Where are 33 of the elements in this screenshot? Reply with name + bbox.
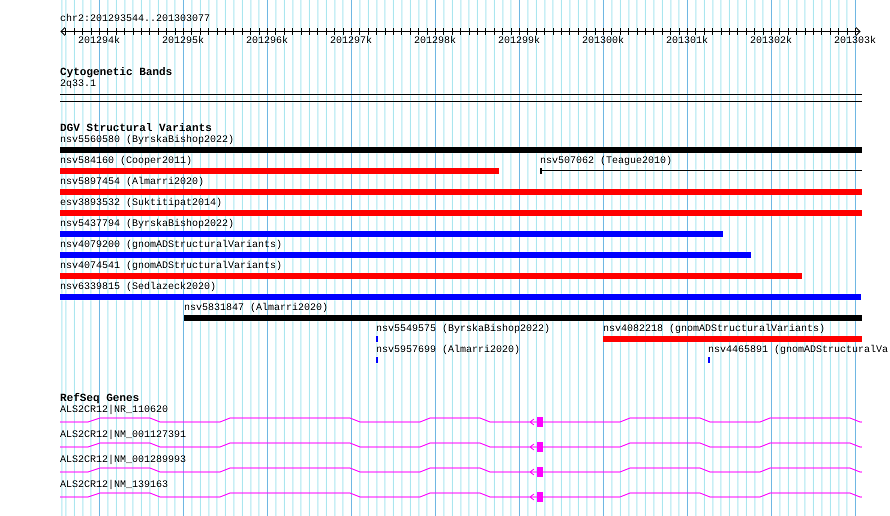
variant-label: nsv4465891 (gnomADStructuralVa <box>708 345 888 357</box>
tick-label: 201298k <box>414 36 456 48</box>
tick-label: 201296k <box>246 36 288 48</box>
variant-label: nsv5549575 (ByrskaBishop2022) <box>376 324 550 336</box>
tick-label: 201299k <box>498 36 540 48</box>
variant-label: nsv4082218 (gnomADStructuralVariants) <box>603 324 826 336</box>
variant-label: nsv5831847 (Almarri2020) <box>184 303 328 315</box>
variant-label: nsv4074541 (gnomADStructuralVariants) <box>60 261 282 273</box>
track-title: Cytogenetic Bands <box>60 67 172 79</box>
variant-label: nsv5560580 (ByrskaBishop2022) <box>60 135 234 147</box>
transcript-label: ALS2CR12|NM_001127391 <box>60 430 186 442</box>
variant-label: nsv5897454 (Almarri2020) <box>60 177 204 189</box>
track-title: RefSeq Genes <box>60 393 140 405</box>
variant-label: esv3893532 (Suktitipat2014) <box>60 198 222 210</box>
band-label: 2q33.1 <box>60 79 96 91</box>
tick-label: 201300k <box>582 36 624 48</box>
transcript-label: ALS2CR12|NM_139163 <box>60 480 168 492</box>
tick-label: 201297k <box>330 36 372 48</box>
transcript-label: ALS2CR12|NM_001289993 <box>60 455 186 467</box>
variant-label: nsv6339815 (Sedlazeck2020) <box>60 282 216 294</box>
variant-label: nsv5957699 (Almarri2020) <box>376 345 520 357</box>
tick-label: 201294k <box>78 36 120 48</box>
tick-label: 201302k <box>750 36 792 48</box>
tick-label: 201303k <box>834 36 876 48</box>
variant-label: nsv4079200 (gnomADStructuralVariants) <box>60 240 282 252</box>
location-label: chr2:201293544..201303077 <box>60 14 210 26</box>
variant-label: nsv5437794 (ByrskaBishop2022) <box>60 219 234 231</box>
tick-label: 201295k <box>162 36 204 48</box>
transcript-label: ALS2CR12|NR_110620 <box>60 405 168 417</box>
tick-label: 201301k <box>666 36 708 48</box>
variant-label: nsv507062 (Teague2010) <box>540 156 672 168</box>
track-title: DGV Structural Variants <box>60 123 212 135</box>
variant-label: nsv584160 (Cooper2011) <box>60 156 192 168</box>
